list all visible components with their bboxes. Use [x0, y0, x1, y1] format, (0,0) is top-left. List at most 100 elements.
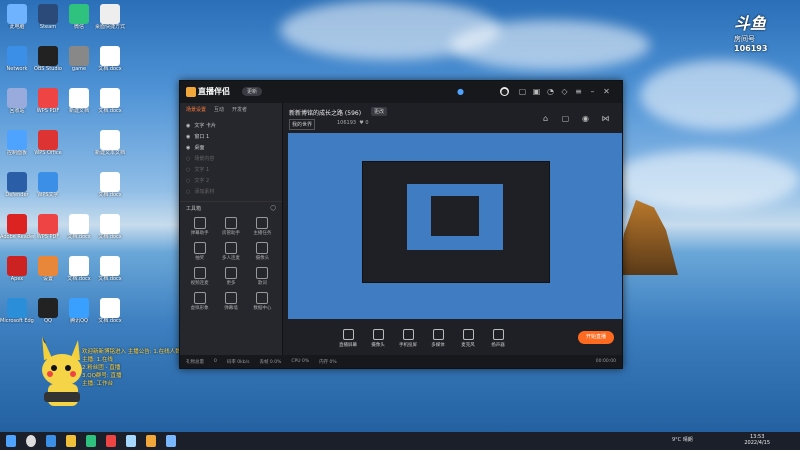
desktop-icon[interactable]: 文档.docx [62, 214, 96, 240]
tool-button[interactable]: 弹幕墙 [215, 290, 246, 311]
desktop-icon[interactable]: Steam [31, 4, 65, 30]
room-info: 新新博铭的成长之路 (596) 更改 我的世界 106193 ♥ 0 ⌂ ▢ ◉… [283, 103, 622, 133]
room-category[interactable]: 我的世界 [289, 119, 316, 130]
desktop-icon[interactable]: 新建文本文档 [93, 130, 127, 156]
tool-button[interactable]: 房管助手 [215, 215, 246, 236]
scene-item[interactable]: ○ 场景内容 [180, 153, 282, 164]
source-button[interactable]: 直播屏幕 [333, 328, 363, 348]
tab-scenes[interactable]: 场景设置 [186, 106, 206, 120]
desktop-icon[interactable]: 回收站 [0, 88, 34, 114]
desktop-icon-label: 文档.docx [98, 318, 122, 324]
scene-item[interactable]: ○ 文字 1 [180, 164, 282, 175]
avatar[interactable]: ● [500, 87, 509, 96]
edge-icon[interactable] [46, 435, 56, 447]
desktop-icon[interactable]: 腾讯QQ [62, 298, 96, 324]
desktop-icon[interactable]: WPS PDF [31, 88, 65, 114]
desktop-icon[interactable]: 文档.docx [62, 256, 96, 282]
tool-button[interactable]: 主播任务 [247, 215, 278, 236]
share-icon[interactable]: ⋈ [601, 114, 610, 123]
tool-button[interactable]: 虚拟形象 [184, 290, 215, 311]
source-button[interactable]: 扬声器 [483, 328, 513, 348]
desktop-icon[interactable]: 设置 [31, 256, 65, 282]
tool-button[interactable]: 摄像头 [247, 240, 278, 261]
desktop-icon[interactable]: 文档.docx [93, 256, 127, 282]
source-button[interactable]: 摄像头 [363, 328, 393, 348]
desktop-icon[interactable]: 文档.docx [93, 298, 127, 324]
close-icon[interactable]: ✕ [602, 87, 611, 96]
app-icon[interactable] [86, 435, 96, 447]
eye-icon[interactable]: ◉ [186, 134, 190, 140]
tool-button[interactable]: 弹幕助手 [184, 215, 215, 236]
toolbox-toggle-icon[interactable]: ◯ [270, 205, 276, 212]
message-icon[interactable]: ▣ [532, 87, 541, 96]
desktop-icon[interactable]: 此电脑 [0, 4, 34, 30]
notification-icon[interactable]: ● [456, 87, 465, 96]
desktop-icon-label: 文档.docx [67, 234, 91, 240]
source-button[interactable]: 麦克风 [453, 328, 483, 348]
app-icon[interactable] [126, 435, 136, 447]
desktop-icon[interactable]: 微信 [62, 4, 96, 30]
scene-item[interactable]: ○ 文字 2 [180, 175, 282, 186]
desktop-icon[interactable]: Defender [0, 172, 34, 198]
app-icon[interactable] [106, 435, 116, 447]
scene-item[interactable]: ◉ 窗口 1 [180, 131, 282, 142]
desktop-icon[interactable]: game [62, 46, 96, 72]
tool-button[interactable]: 抽奖 [184, 240, 215, 261]
desktop-icon[interactable]: 文档.docx [93, 214, 127, 240]
desktop-icon[interactable]: Apex [0, 256, 34, 282]
window-icon[interactable]: ▢ [518, 87, 527, 96]
tab-developer[interactable]: 开发者 [232, 106, 247, 120]
record-icon[interactable]: ◉ [581, 114, 590, 123]
source-button[interactable]: 手机投屏 [393, 328, 423, 348]
desktop-icon[interactable]: QQ [31, 298, 65, 324]
eye-icon[interactable]: ○ [186, 178, 190, 184]
eye-icon[interactable]: ○ [186, 167, 190, 173]
minimize-icon[interactable]: – [588, 87, 597, 96]
desktop-icon[interactable]: 桌面快捷方式 [93, 4, 127, 30]
desktop-icon[interactable]: Adobe Reader XI [0, 214, 34, 240]
desktop-icon[interactable]: 文档.docx [93, 46, 127, 72]
tool-icon [193, 217, 206, 229]
desktop-icon[interactable]: WPS文字 [31, 172, 65, 198]
stream-preview[interactable] [288, 133, 622, 319]
tool-button[interactable]: 数据中心 [247, 290, 278, 311]
desktop-icon[interactable]: 新建文档 [62, 88, 96, 114]
folder-icon[interactable] [66, 435, 76, 447]
eye-icon[interactable]: ◉ [186, 145, 190, 151]
tool-button[interactable]: 更多 [215, 265, 246, 286]
start-icon[interactable] [6, 435, 16, 447]
screen-icon[interactable]: ▢ [561, 114, 570, 123]
tool-button[interactable]: 多人连麦 [215, 240, 246, 261]
eye-icon[interactable]: ○ [186, 189, 190, 195]
desktop-icon[interactable]: 控制面板 [0, 130, 34, 156]
tool-button[interactable]: 歌词 [247, 265, 278, 286]
shirt-icon[interactable]: ◇ [560, 87, 569, 96]
desktop-icon[interactable]: WPS PDF [31, 214, 65, 240]
edit-room-button[interactable]: 更改 [371, 107, 388, 116]
desktop-icon[interactable]: Network [0, 46, 34, 72]
eye-icon[interactable]: ○ [186, 156, 190, 162]
desktop-icon[interactable]: OBS Studio [31, 46, 65, 72]
clock[interactable]: 13:53 2022/4/15 [744, 434, 770, 446]
scene-item[interactable]: ◉ 桌面 [180, 142, 282, 153]
search-icon[interactable] [26, 435, 36, 447]
eye-icon[interactable]: ◉ [186, 123, 190, 129]
scene-item[interactable]: ◉ 文字 卡片 [180, 120, 282, 131]
home-icon[interactable]: ⌂ [541, 114, 550, 123]
desktop-icon[interactable]: 文档.docx [93, 172, 127, 198]
source-button[interactable]: 多媒体 [423, 328, 453, 348]
weather[interactable]: 9°C 晴朗 [672, 436, 693, 443]
go-live-button[interactable]: 开始直播 [578, 331, 614, 344]
tool-button[interactable]: 视频连麦 [184, 265, 215, 286]
streaming-app-taskbar-icon[interactable] [146, 435, 156, 447]
room-title[interactable]: 新新博铭的成长之路 (596) [289, 108, 361, 117]
desktop-icon[interactable]: Microsoft Edge [0, 298, 34, 324]
desktop-icon[interactable]: WPS Office [31, 130, 65, 156]
desktop-icon[interactable]: 文档.docx [93, 88, 127, 114]
scene-item[interactable]: ○ 添加素材 [180, 186, 282, 197]
bell-icon[interactable]: ◔ [546, 87, 555, 96]
app-icon[interactable] [166, 435, 176, 447]
tab-interaction[interactable]: 互动 [214, 106, 224, 120]
menu-icon[interactable]: ≡ [574, 87, 583, 96]
update-button[interactable]: 更新 [242, 87, 263, 96]
